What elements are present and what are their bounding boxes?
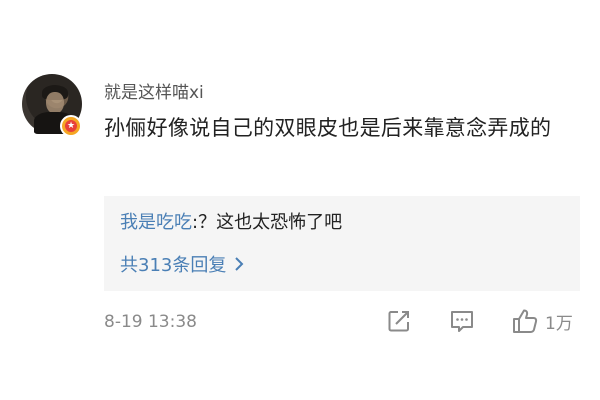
reply-line: 我是吃吃:？这也太恐怖了吧 (120, 208, 342, 234)
badge-star-icon: ★ (65, 120, 77, 132)
comment-button[interactable] (449, 307, 475, 335)
like-button[interactable]: 1万 (511, 307, 573, 335)
vip-badge-icon: ★ (60, 115, 82, 137)
reply-author[interactable]: 我是吃吃 (120, 212, 192, 233)
reply-preview[interactable]: 我是吃吃:？这也太恐怖了吧 共313条回复 (104, 196, 580, 291)
comment-text: 孙俪好像说自己的双眼皮也是后来靠意念弄成的 (104, 116, 552, 140)
reply-text: ？这也太恐怖了吧 (198, 212, 343, 233)
reply-count-label: 共313条回复 (120, 255, 227, 276)
username[interactable]: 就是这样喵xi (104, 78, 204, 103)
view-replies-link[interactable]: 共313条回复 (120, 251, 244, 277)
chevron-right-icon (235, 257, 244, 271)
timestamp: 8-19 13:38 (104, 312, 197, 332)
thumbs-up-icon (513, 309, 538, 333)
comment-icon (451, 311, 473, 332)
like-count: 1万 (545, 313, 573, 334)
share-icon (388, 311, 409, 332)
share-button[interactable] (386, 307, 412, 335)
avatar-face (46, 92, 64, 114)
comment-card: ★ 就是这样喵xi 孙俪好像说自己的双眼皮也是后来靠意念弄成的 我是吃吃:？这也… (0, 0, 600, 400)
